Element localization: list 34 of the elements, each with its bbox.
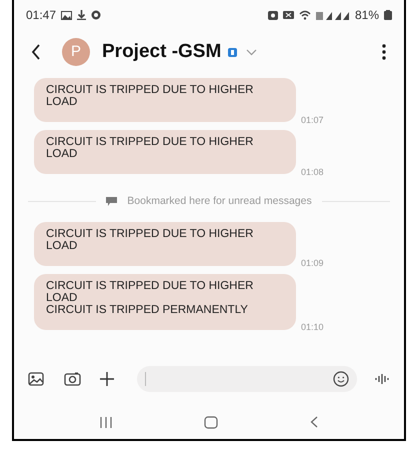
recent-apps-icon[interactable] xyxy=(100,416,112,428)
message-bubble: CIRCUIT IS TRIPPED DUE TO HIGHER LOAD CIRCUIT IS TRIPPED PERMANENTLY xyxy=(34,274,296,330)
emoji-icon[interactable] xyxy=(333,371,349,387)
message-time: 01:08 xyxy=(301,166,324,178)
back-nav-icon[interactable] xyxy=(310,416,318,428)
wifi-icon xyxy=(298,10,311,20)
chevron-down-icon[interactable] xyxy=(246,48,258,56)
back-icon xyxy=(31,44,41,60)
gallery-icon xyxy=(61,10,72,20)
sim-icon xyxy=(228,48,238,56)
download-icon xyxy=(77,10,86,20)
bookmark-divider-text: Bookmarked here for unread messages xyxy=(127,194,312,209)
battery-percent: 81% xyxy=(354,7,379,24)
chat-title: Project -GSM xyxy=(102,40,222,64)
bookmark-message-icon xyxy=(106,197,118,206)
avatar[interactable]: P xyxy=(62,38,90,66)
message-time: 01:10 xyxy=(301,321,324,334)
gallery-icon[interactable] xyxy=(28,372,44,386)
message-bubble: CIRCUIT IS TRIPPED DUE TO HIGHER LOAD xyxy=(34,130,296,174)
message-time: 01:09 xyxy=(301,257,324,270)
signal-icon xyxy=(316,10,350,20)
message-time: 01:07 xyxy=(301,114,324,126)
status-time: 01:47 xyxy=(26,7,56,24)
more-options-icon[interactable] xyxy=(382,44,386,60)
plus-icon[interactable] xyxy=(99,371,115,387)
camera-icon[interactable] xyxy=(64,372,81,386)
app-icon xyxy=(91,10,102,20)
mute-icon xyxy=(282,10,294,20)
message-input-field[interactable] xyxy=(137,366,357,392)
message-bubble: CIRCUIT IS TRIPPED DUE TO HIGHER LOAD xyxy=(34,78,296,122)
voice-icon[interactable] xyxy=(375,373,390,385)
home-icon[interactable] xyxy=(204,416,218,428)
message-bubble: CIRCUIT IS TRIPPED DUE TO HIGHER LOAD xyxy=(34,222,296,266)
battery-icon xyxy=(384,10,392,20)
